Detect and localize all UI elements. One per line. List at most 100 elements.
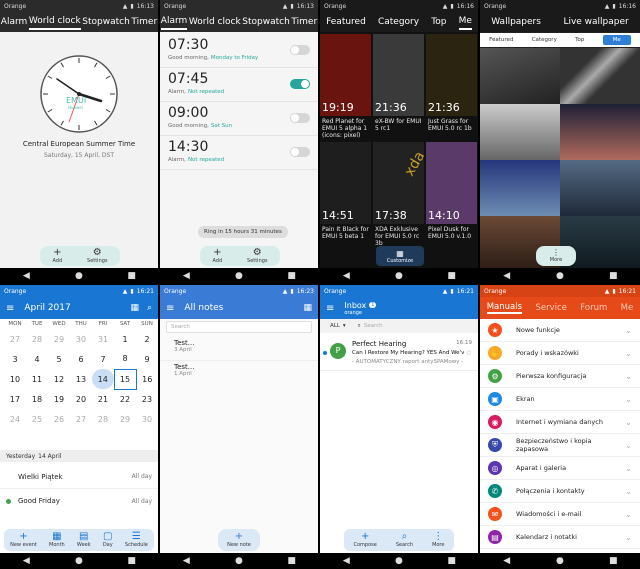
calendar-day[interactable]: 29 — [48, 329, 70, 349]
manual-row[interactable]: ▤ Kalendarz i notatki ⌄ — [480, 526, 640, 549]
alarm-row[interactable]: 09:00 Good morning, Sat Sun — [160, 102, 318, 136]
back-icon[interactable]: ◀ — [20, 271, 32, 281]
menu-icon[interactable]: ≡ — [326, 303, 334, 314]
alarm-row[interactable]: 07:30 Good morning, Monday to Friday — [160, 34, 318, 68]
calendar-day[interactable]: 12 — [48, 369, 70, 389]
calendar-day[interactable]: 21 — [92, 389, 114, 409]
home-icon[interactable]: ● — [233, 271, 245, 281]
home-icon[interactable]: ● — [554, 271, 566, 281]
search-input[interactable]: Search — [166, 321, 312, 333]
search-icon[interactable]: ⌕ — [147, 303, 152, 313]
month-view-button[interactable]: ▦ Month — [49, 532, 65, 549]
calendar-day[interactable]: 26 — [48, 409, 70, 429]
recents-icon[interactable]: ■ — [126, 271, 138, 281]
calendar-day[interactable]: 2 — [136, 329, 158, 349]
home-icon[interactable]: ● — [73, 556, 85, 566]
home-icon[interactable]: ● — [393, 556, 405, 566]
compose-button[interactable]: + Compose — [354, 532, 377, 549]
calendar-day[interactable]: 30 — [70, 329, 92, 349]
manual-row[interactable]: ⚙ Pierwsza konfiguracja ⌄ — [480, 365, 640, 388]
theme-thumb[interactable]: 14:51 — [320, 142, 371, 224]
grid-view-icon[interactable]: ▦ — [303, 303, 312, 313]
home-icon[interactable]: ● — [554, 556, 566, 566]
calendar-day[interactable]: 1 — [114, 329, 136, 349]
recents-icon[interactable]: ■ — [607, 271, 619, 281]
new-note-button[interactable]: + New note — [218, 529, 260, 551]
calendar-day[interactable]: 17 — [4, 389, 26, 409]
tab-manuals[interactable]: Manuals — [486, 302, 523, 314]
manual-row[interactable]: ✋ Porady i wskazówki ⌄ — [480, 342, 640, 365]
star-icon[interactable]: ☆ — [466, 349, 472, 357]
recents-icon[interactable]: ■ — [446, 271, 458, 281]
manual-row[interactable]: ✉ Wiadomości i e-mail ⌄ — [480, 503, 640, 526]
tab-world-clock[interactable]: World clock — [28, 14, 81, 30]
calendar-day[interactable]: 9 — [136, 349, 158, 369]
tab-world-clock[interactable]: World clock — [189, 15, 241, 29]
alarm-toggle[interactable] — [290, 113, 310, 123]
wallpaper-2[interactable] — [560, 48, 640, 104]
recents-icon[interactable]: ■ — [286, 271, 298, 281]
add-alarm-button[interactable]: + Add — [212, 248, 222, 265]
tab-stopwatch[interactable]: Stopwatch — [242, 15, 290, 29]
theme-thumb[interactable]: 14:10 — [426, 142, 477, 224]
calendar-day[interactable]: 23 — [136, 389, 158, 409]
calendar-day[interactable]: 27 — [70, 409, 92, 429]
search-button[interactable]: ⌕ Search — [396, 532, 413, 549]
manual-row[interactable]: ▣ Ekran ⌄ — [480, 388, 640, 411]
calendar-view-icon[interactable]: ▦ — [130, 303, 139, 313]
back-icon[interactable]: ◀ — [180, 271, 192, 281]
manual-row[interactable]: ◉ Internet i wymiana danych ⌄ — [480, 411, 640, 434]
wallpaper-1[interactable] — [480, 48, 560, 104]
tab-forum[interactable]: Forum — [580, 303, 607, 313]
manual-row[interactable]: ◎ Aparat i galeria ⌄ — [480, 457, 640, 480]
calendar-day[interactable]: 8 — [114, 349, 136, 369]
alarm-row[interactable]: 14:30 Alarm, Not repeated — [160, 136, 318, 170]
home-icon[interactable]: ● — [73, 271, 85, 281]
calendar-day[interactable]: 31 — [92, 329, 114, 349]
subtab-featured[interactable]: Featured — [489, 37, 513, 43]
back-icon[interactable]: ◀ — [20, 556, 32, 566]
event-row[interactable]: Wielki Piątek All day — [0, 465, 158, 489]
calendar-day[interactable]: 28 — [92, 409, 114, 429]
calendar-day[interactable]: 20 — [70, 389, 92, 409]
tab-stopwatch[interactable]: Stopwatch — [82, 15, 130, 29]
wallpaper-3[interactable] — [480, 104, 560, 160]
wallpaper-6[interactable] — [560, 160, 640, 216]
back-icon[interactable]: ◀ — [340, 556, 352, 566]
mail-item[interactable]: P Perfect Hearing 16:19 Can I Restore My… — [320, 337, 478, 371]
tab-live-wallpaper[interactable]: Live wallpaper — [563, 15, 628, 29]
recents-icon[interactable]: ■ — [446, 556, 458, 566]
menu-icon[interactable]: ≡ — [166, 303, 174, 314]
home-icon[interactable]: ● — [233, 556, 245, 566]
customize-button[interactable]: ▦ Customize — [376, 246, 424, 266]
tab-alarm[interactable]: Alarm — [160, 14, 188, 30]
wallpaper-4[interactable] — [560, 104, 640, 160]
calendar-day[interactable]: 5 — [48, 349, 70, 369]
calendar-day[interactable]: 27 — [4, 329, 26, 349]
back-icon[interactable]: ◀ — [180, 556, 192, 566]
alarm-toggle[interactable] — [290, 79, 310, 89]
subtab-me[interactable]: Me — [602, 35, 631, 45]
home-icon[interactable]: ● — [393, 271, 405, 281]
theme-thumb[interactable]: 21:36 — [373, 34, 424, 116]
calendar-day[interactable]: 11 — [26, 369, 48, 389]
theme-thumb[interactable]: 21:36 — [426, 34, 477, 116]
calendar-day[interactable]: 18 — [26, 389, 48, 409]
tab-me[interactable]: Me — [621, 303, 634, 313]
week-view-button[interactable]: ▤ Week — [77, 532, 91, 549]
back-icon[interactable]: ◀ — [501, 556, 513, 566]
more-button[interactable]: ⋮ More — [536, 246, 576, 266]
recents-icon[interactable]: ■ — [286, 556, 298, 566]
calendar-day[interactable]: 28 — [26, 329, 48, 349]
calendar-day[interactable]: 7 — [92, 349, 114, 369]
day-view-button[interactable]: ▢ Day — [103, 532, 113, 549]
tab-me[interactable]: Me — [458, 14, 472, 30]
calendar-day[interactable]: 22 — [114, 389, 136, 409]
calendar-day[interactable]: 4 — [26, 349, 48, 369]
recents-icon[interactable]: ■ — [607, 556, 619, 566]
tab-category[interactable]: Category — [378, 15, 419, 29]
calendar-day[interactable]: 30 — [136, 409, 158, 429]
note-item[interactable]: Test... 3 April — [160, 337, 318, 361]
add-button[interactable]: + Add — [52, 248, 62, 265]
tab-timer[interactable]: Timer — [131, 15, 157, 29]
